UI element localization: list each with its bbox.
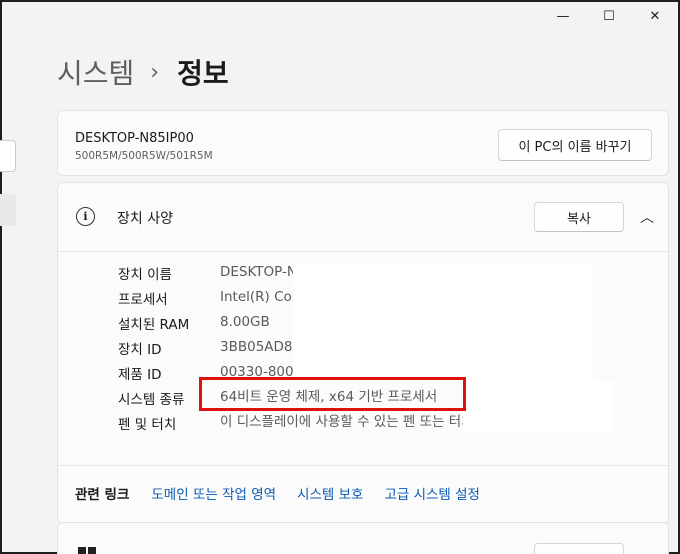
windows-logo-icon xyxy=(78,547,96,554)
link-system-protection[interactable]: 시스템 보호 xyxy=(297,483,363,503)
minimize-icon: — xyxy=(556,8,570,24)
search-box-edge[interactable] xyxy=(0,140,16,172)
copy-button-secondary[interactable] xyxy=(534,543,624,554)
device-specs-card: i 장치 사양 복사 ︿ 장치 이름 DESKTOP-N 프로세서 Intel(… xyxy=(57,182,669,524)
breadcrumb: 시스템 › 정보 xyxy=(57,52,229,92)
related-links-title: 관련 링크 xyxy=(75,487,130,503)
info-icon: i xyxy=(76,207,95,226)
spec-label: 장치 이름 xyxy=(118,267,172,283)
redaction-block xyxy=(293,263,593,381)
close-icon: ✕ xyxy=(649,8,661,24)
chevron-up-icon[interactable]: ︿ xyxy=(640,207,654,227)
device-name: DESKTOP-N85IP00 xyxy=(75,131,194,146)
device-model: 500R5M/500R5W/501R5M xyxy=(75,150,213,162)
related-links: 관련 링크 도메인 또는 작업 영역 시스템 보호 고급 시스템 설정 xyxy=(75,483,501,503)
title-bar: — ☐ ✕ xyxy=(540,2,678,30)
spec-label: 프로세서 xyxy=(118,292,168,308)
device-specs-header[interactable]: i 장치 사양 복사 ︿ xyxy=(58,183,668,251)
rename-pc-button[interactable]: 이 PC의 이름 바꾸기 xyxy=(498,129,652,161)
minimize-button[interactable]: — xyxy=(540,2,586,30)
highlight-annotation xyxy=(199,377,466,411)
nav-pane-edge xyxy=(0,2,16,552)
breadcrumb-parent[interactable]: 시스템 xyxy=(57,52,134,92)
windows-specs-card xyxy=(57,522,669,554)
maximize-button[interactable]: ☐ xyxy=(586,2,632,30)
device-specs-title: 장치 사양 xyxy=(117,211,173,227)
divider xyxy=(58,251,668,252)
copy-button[interactable]: 복사 xyxy=(534,202,624,232)
link-domain-workgroup[interactable]: 도메인 또는 작업 영역 xyxy=(151,483,276,503)
close-button[interactable]: ✕ xyxy=(632,2,678,30)
spec-label: 펜 및 터치 xyxy=(118,417,177,433)
nav-item-selected-edge[interactable] xyxy=(0,194,16,226)
redaction-block xyxy=(463,381,613,433)
link-advanced-system-settings[interactable]: 고급 시스템 설정 xyxy=(384,483,480,503)
divider xyxy=(58,465,668,466)
maximize-icon: ☐ xyxy=(603,8,615,24)
page-title: 정보 xyxy=(177,57,229,90)
breadcrumb-separator-icon: › xyxy=(150,59,160,85)
spec-label: 장치 ID xyxy=(118,342,162,358)
spec-label: 설치된 RAM xyxy=(118,317,190,333)
device-card: DESKTOP-N85IP00 500R5M/500R5W/501R5M 이 P… xyxy=(57,110,669,176)
